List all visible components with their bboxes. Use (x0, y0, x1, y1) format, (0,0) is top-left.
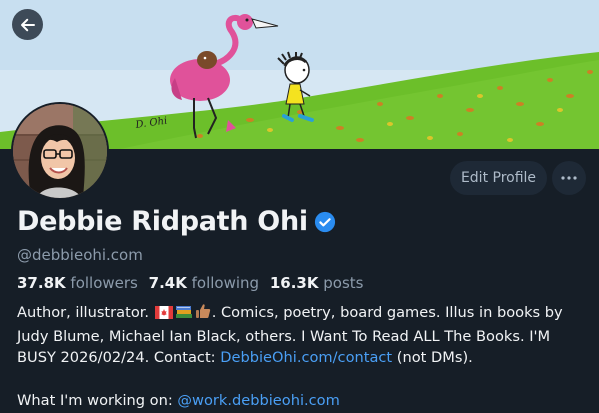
followers-link[interactable]: 37.8K followers (17, 274, 138, 292)
edit-profile-button[interactable]: Edit Profile (450, 161, 547, 195)
contact-link[interactable]: DebbieOhi.com/contact (220, 349, 392, 366)
verified-check-icon[interactable] (314, 211, 336, 233)
posts-count: 16.3K (269, 274, 319, 292)
more-horizontal-icon (561, 176, 577, 180)
followers-label: followers (70, 274, 138, 292)
posts-stat: 16.3K posts (270, 274, 364, 292)
following-label: following (191, 274, 260, 292)
more-options-button[interactable] (552, 161, 586, 195)
display-name: Debbie Ridpath Ohi (17, 206, 308, 237)
canadian-flag-icon (154, 304, 173, 326)
following-link[interactable]: 7.4K following (149, 274, 259, 292)
profile-stats: 37.8K followers 7.4K following 16.3K pos… (17, 274, 370, 292)
bio-working-label: What I'm working on: (17, 392, 178, 409)
bio-contact-tail: (not DMs). (392, 349, 473, 366)
arrow-left-icon (20, 18, 35, 31)
thumbs-up-icon (195, 303, 211, 326)
posts-label: posts (323, 274, 364, 292)
back-button[interactable] (12, 9, 43, 40)
profile-name-row: Debbie Ridpath Ohi (17, 206, 336, 237)
profile-handle: @debbieohi.com (17, 246, 143, 264)
avatar[interactable] (11, 102, 109, 200)
followers-count: 37.8K (17, 274, 66, 292)
following-count: 7.4K (148, 274, 187, 292)
profile-bio: Author, illustrator. . Comics, poetry, b… (17, 302, 587, 412)
bio-text-start: Author, illustrator. (17, 304, 154, 321)
avatar-photo (13, 104, 107, 198)
books-icon (175, 304, 193, 326)
work-account-link[interactable]: @work.debbieohi.com (177, 392, 339, 409)
